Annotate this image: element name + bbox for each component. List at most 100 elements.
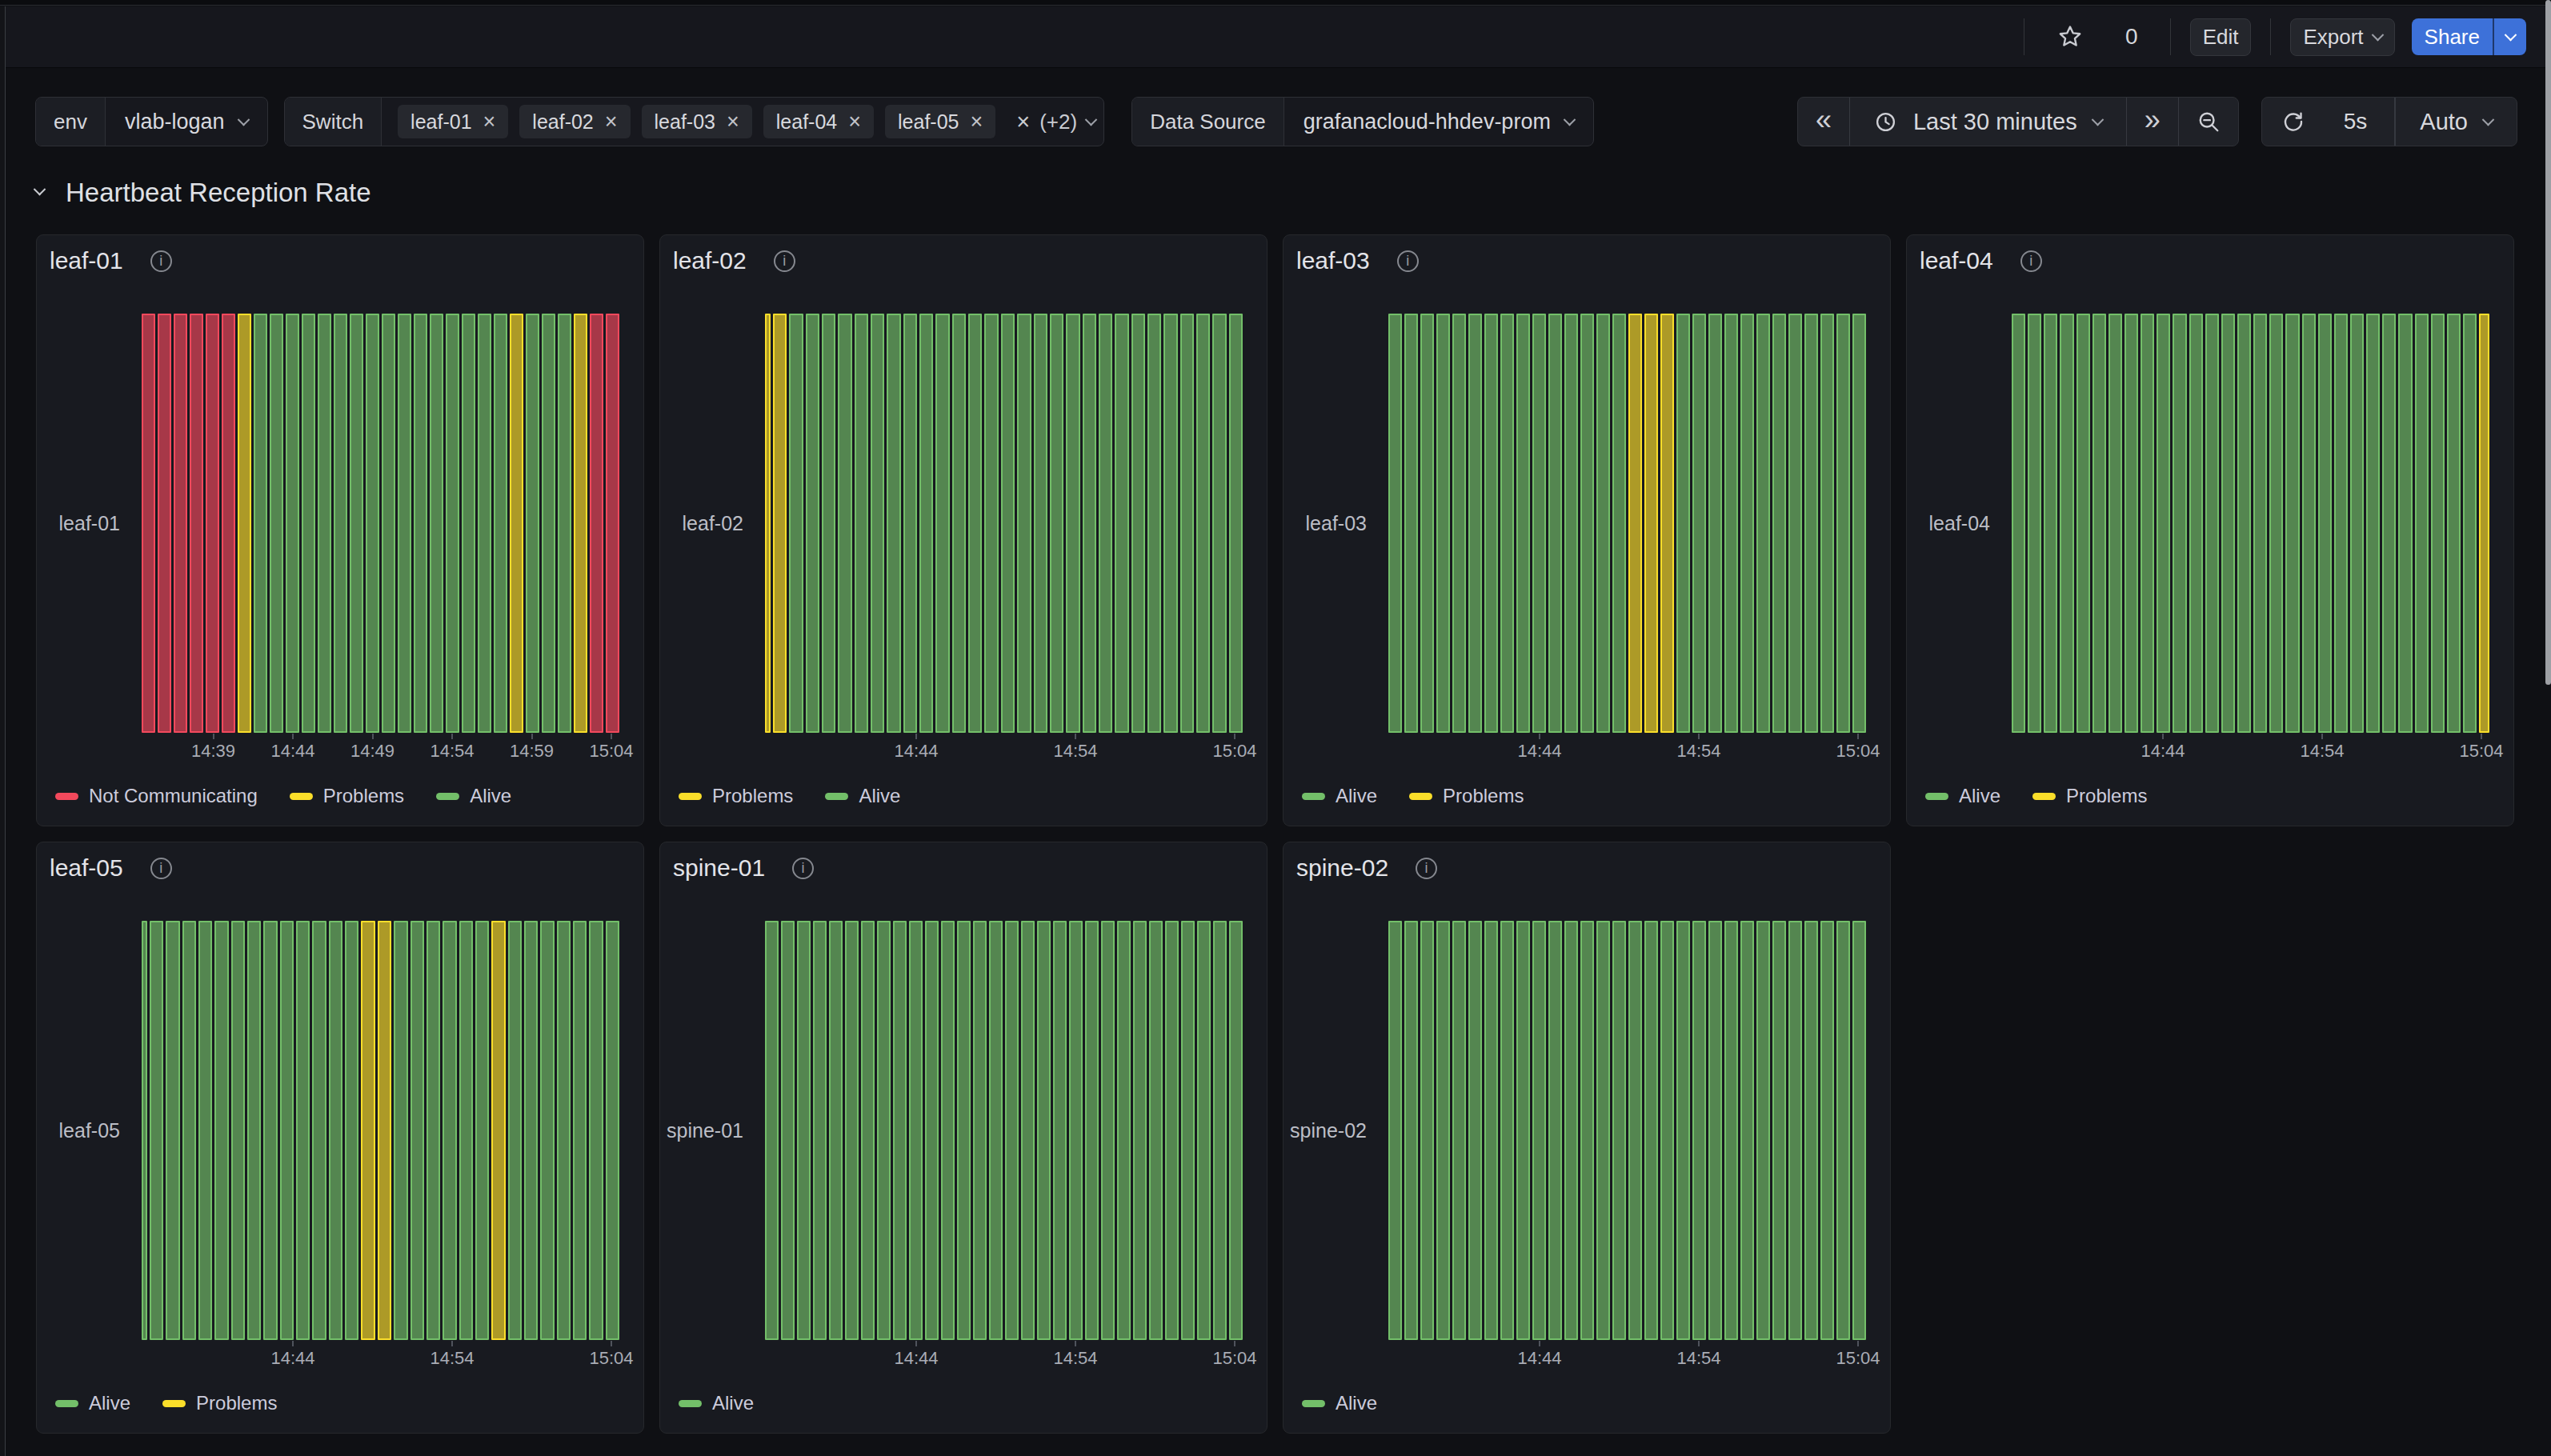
- legend-item[interactable]: Alive: [825, 785, 900, 807]
- legend-item[interactable]: Problems: [2032, 785, 2147, 807]
- dashboard-row-header[interactable]: Heartbeat Reception Rate: [35, 178, 371, 208]
- status-bar-alive: [1820, 314, 1834, 733]
- info-icon[interactable]: i: [1416, 858, 1437, 879]
- legend-item[interactable]: Problems: [1409, 785, 1524, 807]
- status-bar-down: [222, 314, 235, 733]
- time-range-picker[interactable]: Last 30 minutes: [1850, 98, 2127, 146]
- panel-title[interactable]: leaf-05: [50, 854, 123, 882]
- status-history-chart[interactable]: [2012, 314, 2489, 733]
- tick-mark: [372, 734, 374, 739]
- status-history-chart[interactable]: [142, 314, 619, 733]
- status-bar-down: [174, 314, 187, 733]
- more-tags[interactable]: (+2): [1039, 110, 1077, 134]
- status-history-chart[interactable]: [142, 921, 619, 1340]
- datasource-value[interactable]: grafanacloud-hhdev-prom: [1284, 98, 1593, 146]
- refresh-interval-picker[interactable]: Auto: [2395, 98, 2517, 146]
- panel-title[interactable]: leaf-04: [1920, 247, 1993, 274]
- status-bar-alive: [1066, 314, 1079, 733]
- tick-mark: [1234, 1341, 1235, 1346]
- panel-title[interactable]: leaf-03: [1296, 247, 1370, 274]
- status-history-chart[interactable]: [1388, 314, 1866, 733]
- switch-tag[interactable]: leaf-03×: [642, 105, 752, 138]
- switch-tag[interactable]: leaf-01×: [398, 105, 508, 138]
- share-button[interactable]: Share: [2412, 18, 2493, 55]
- axis-ticks: [142, 734, 619, 740]
- remove-tag-icon[interactable]: ×: [970, 111, 983, 133]
- edit-button[interactable]: Edit: [2190, 18, 2252, 56]
- legend-item[interactable]: Problems: [290, 785, 404, 807]
- tick-mark: [1234, 734, 1235, 739]
- panel-title[interactable]: leaf-01: [50, 247, 123, 274]
- legend-item[interactable]: Not Communicating: [55, 785, 258, 807]
- panel-title[interactable]: spine-02: [1296, 854, 1388, 882]
- panel-legend: Alive: [679, 1391, 754, 1415]
- status-bar-alive: [254, 314, 267, 733]
- info-icon[interactable]: i: [792, 858, 814, 879]
- legend-color-pill: [436, 793, 459, 800]
- status-history-chart[interactable]: [1388, 921, 1866, 1340]
- tick-mark: [1075, 734, 1076, 739]
- tick-mark: [451, 734, 453, 739]
- scrollbar-thumb[interactable]: [2545, 0, 2551, 685]
- panel-title[interactable]: spine-01: [673, 854, 765, 882]
- clear-tags-icon[interactable]: ×: [1016, 109, 1030, 135]
- x-axis-label: 15:04: [1212, 1348, 1256, 1369]
- status-bar-alive: [909, 921, 923, 1340]
- status-bar-alive: [318, 314, 331, 733]
- status-bar-alive: [1101, 921, 1115, 1340]
- legend-item[interactable]: Problems: [679, 785, 793, 807]
- info-icon[interactable]: i: [1397, 250, 1419, 272]
- info-icon[interactable]: i: [150, 858, 172, 879]
- legend-item[interactable]: Problems: [162, 1392, 277, 1414]
- star-count: 0: [2125, 24, 2138, 50]
- env-variable-value[interactable]: vlab-logan: [106, 98, 267, 146]
- legend-item[interactable]: Alive: [679, 1392, 754, 1414]
- refresh-button[interactable]: [2262, 98, 2317, 146]
- chevron-down-icon[interactable]: [1085, 113, 1098, 126]
- status-bar-alive: [1708, 314, 1722, 733]
- switch-tag[interactable]: leaf-05×: [885, 105, 995, 138]
- info-icon[interactable]: i: [774, 250, 795, 272]
- status-bar-alive: [526, 314, 539, 733]
- tick-mark: [2481, 734, 2482, 739]
- info-icon[interactable]: i: [150, 250, 172, 272]
- switch-tag[interactable]: leaf-04 ×: [763, 105, 874, 138]
- switch-tag[interactable]: leaf-02×: [519, 105, 630, 138]
- remove-tag-icon[interactable]: ×: [727, 111, 739, 133]
- legend-item[interactable]: Alive: [436, 785, 511, 807]
- zoom-out-button[interactable]: [2179, 98, 2238, 146]
- star-icon[interactable]: [2056, 23, 2084, 50]
- status-history-chart[interactable]: [765, 921, 1243, 1340]
- status-bar-alive: [887, 314, 900, 733]
- status-history-chart[interactable]: [765, 314, 1243, 733]
- legend-color-pill: [1925, 793, 1948, 800]
- status-bar-alive: [1436, 921, 1450, 1340]
- status-bar-alive: [394, 921, 407, 1340]
- status-bar-alive: [1053, 921, 1067, 1340]
- legend-label: Alive: [470, 785, 511, 807]
- status-bar-alive: [1404, 921, 1418, 1340]
- remove-tag-icon[interactable]: ×: [483, 111, 496, 133]
- time-shift-forward-button[interactable]: »: [2127, 98, 2179, 146]
- tick-mark: [292, 1341, 294, 1346]
- legend-item[interactable]: Alive: [1302, 1392, 1377, 1414]
- legend-label: Alive: [1336, 1392, 1377, 1414]
- status-bar-alive: [1580, 314, 1594, 733]
- x-axis-label: 14:44: [1518, 741, 1562, 762]
- status-bar-alive: [231, 921, 245, 1340]
- info-icon[interactable]: i: [2020, 250, 2042, 272]
- status-bar-alive: [813, 921, 827, 1340]
- time-shift-back-button[interactable]: «: [1798, 98, 1850, 146]
- switch-tag-label: leaf-04: [776, 110, 837, 134]
- remove-tag-icon[interactable]: ×: [848, 111, 861, 133]
- panel-title[interactable]: leaf-02: [673, 247, 747, 274]
- share-menu-button[interactable]: [2493, 18, 2526, 55]
- remove-tag-icon[interactable]: ×: [605, 111, 618, 133]
- status-bar-alive: [2285, 314, 2299, 733]
- x-axis-labels: 14:4414:5415:04: [142, 1348, 619, 1372]
- legend-item[interactable]: Alive: [1925, 785, 2000, 807]
- legend-item[interactable]: Alive: [55, 1392, 130, 1414]
- export-button[interactable]: Export: [2290, 18, 2394, 56]
- status-bar-alive: [2124, 314, 2138, 733]
- legend-item[interactable]: Alive: [1302, 785, 1377, 807]
